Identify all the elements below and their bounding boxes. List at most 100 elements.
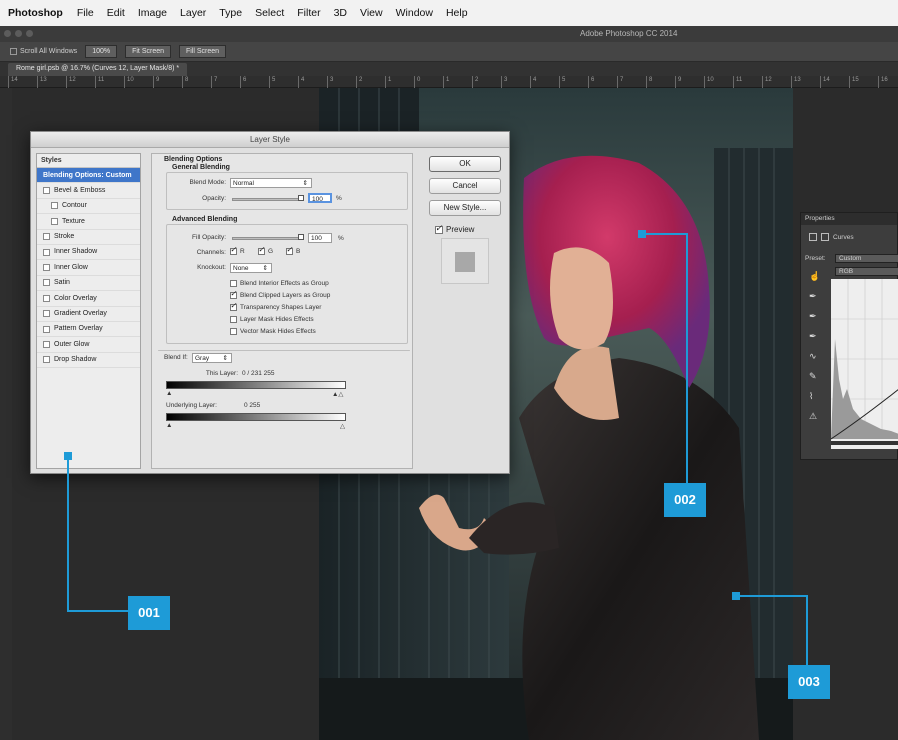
close-window-button[interactable] xyxy=(4,30,11,37)
vertical-ruler[interactable] xyxy=(0,88,12,740)
this-layer-white-split-handle[interactable]: ▲△ xyxy=(332,390,346,398)
channel-g-checkbox[interactable]: G xyxy=(258,245,273,255)
blend-if-select[interactable]: Gray ⇕ xyxy=(192,353,232,363)
fill-screen-button[interactable]: Fill Screen xyxy=(179,45,227,58)
advanced-option-checkbox[interactable]: Vector Mask Hides Effects xyxy=(230,328,316,335)
knockout-select[interactable]: None ⇕ xyxy=(230,263,272,273)
advanced-blending-title: Advanced Blending xyxy=(172,216,238,223)
style-item-label: Outer Glow xyxy=(54,340,90,348)
ruler-label: 12 xyxy=(69,77,76,83)
style-checkbox[interactable] xyxy=(43,248,50,256)
checkbox-box xyxy=(435,223,443,234)
advanced-option-checkbox[interactable]: Blend Clipped Layers as Group xyxy=(230,289,330,299)
preset-select[interactable]: Custom xyxy=(835,254,898,263)
menu-type[interactable]: Type xyxy=(219,7,242,19)
style-item[interactable]: Outer Glow xyxy=(37,337,140,353)
layer-mask-icon[interactable] xyxy=(821,233,829,241)
underlying-layer-white-handle[interactable]: △ xyxy=(340,422,346,430)
menu-image[interactable]: Image xyxy=(138,7,167,19)
style-item[interactable]: Gradient Overlay xyxy=(37,307,140,322)
menu-window[interactable]: Window xyxy=(396,7,433,19)
menu-view[interactable]: View xyxy=(360,7,383,19)
opacity-slider[interactable] xyxy=(232,198,302,201)
style-item[interactable]: Pattern Overlay xyxy=(37,322,140,338)
this-layer-black-handle[interactable]: ▲ xyxy=(166,390,172,397)
menu-edit[interactable]: Edit xyxy=(107,7,125,19)
curves-graph[interactable] xyxy=(831,279,898,449)
app-menu[interactable]: Photoshop xyxy=(8,7,63,19)
style-item[interactable]: Color Overlay xyxy=(37,291,140,307)
style-checkbox[interactable] xyxy=(43,310,50,318)
menu-filter[interactable]: Filter xyxy=(297,7,320,19)
pencil-tool-icon[interactable]: ✎ xyxy=(809,371,820,382)
new-style-button[interactable]: New Style... xyxy=(429,200,501,216)
style-checkbox[interactable] xyxy=(43,294,50,302)
channel-b-label: B xyxy=(296,248,301,255)
style-checkbox[interactable] xyxy=(43,356,50,364)
knockout-label: Knockout: xyxy=(197,264,226,271)
menu-help[interactable]: Help xyxy=(446,7,468,19)
white-point-eyedropper-icon[interactable]: ✒ xyxy=(809,331,820,342)
style-checkbox[interactable] xyxy=(43,279,50,287)
fill-opacity-input[interactable]: 100 xyxy=(308,233,332,243)
advanced-option-checkbox[interactable]: Blend Interior Effects as Group xyxy=(230,280,329,287)
style-item[interactable]: Satin xyxy=(37,276,140,292)
channel-b-checkbox[interactable]: B xyxy=(286,245,301,255)
menu-select[interactable]: Select xyxy=(255,7,284,19)
blend-mode-label: Blend Mode: xyxy=(189,179,227,186)
style-checkbox[interactable] xyxy=(43,325,50,333)
fit-screen-button[interactable]: Fit Screen xyxy=(125,45,171,58)
style-item-label: Texture xyxy=(62,217,85,225)
advanced-option-checkbox[interactable]: Layer Mask Hides Effects xyxy=(230,316,314,323)
underlying-layer-black-handle[interactable]: ▲ xyxy=(166,422,172,429)
horizontal-ruler[interactable]: 14 13 12 11 10 9 8 7 6 5 4 3 2 1 0 1 2 3 4 5 6 7 8 9 10 11 12 13 14 1… xyxy=(0,76,898,88)
style-item[interactable]: Contour xyxy=(37,199,140,215)
menu-layer[interactable]: Layer xyxy=(180,7,206,19)
style-checkbox[interactable] xyxy=(51,202,58,210)
style-checkbox[interactable] xyxy=(43,187,50,195)
zoom-100-button[interactable]: 100% xyxy=(85,45,118,58)
style-item[interactable]: Stroke xyxy=(37,230,140,245)
blend-mode-select[interactable]: Normal ⇕ xyxy=(230,178,312,188)
opacity-slider-handle[interactable] xyxy=(298,195,304,201)
channel-select[interactable]: RGB xyxy=(835,267,898,276)
style-checkbox[interactable] xyxy=(43,340,50,348)
zoom-window-button[interactable] xyxy=(26,30,33,37)
menu-3d[interactable]: 3D xyxy=(334,7,347,19)
document-tab[interactable]: Rome girl.psb @ 16.7% (Curves 12, Layer … xyxy=(8,63,188,76)
ruler-label: 8 xyxy=(649,77,653,83)
this-layer-gradient-slider[interactable] xyxy=(166,381,346,389)
ruler-tick xyxy=(646,76,647,88)
on-image-adjust-icon[interactable]: ☝ xyxy=(809,271,820,282)
style-item[interactable]: Texture xyxy=(37,214,140,230)
style-checkbox[interactable] xyxy=(51,217,58,225)
cancel-button[interactable]: Cancel xyxy=(429,178,501,194)
properties-title[interactable]: Properties xyxy=(801,213,897,225)
fill-opacity-slider-handle[interactable] xyxy=(298,234,304,240)
fill-opacity-slider[interactable] xyxy=(232,237,302,240)
black-point-eyedropper-icon[interactable]: ✒ xyxy=(809,291,820,302)
gray-point-eyedropper-icon[interactable]: ✒ xyxy=(809,311,820,322)
style-item[interactable]: Inner Shadow xyxy=(37,245,140,261)
style-item[interactable]: Inner Glow xyxy=(37,260,140,276)
ok-button[interactable]: OK xyxy=(429,156,501,172)
underlying-layer-gradient-slider[interactable] xyxy=(166,413,346,421)
smooth-icon[interactable]: ⌇ xyxy=(809,391,820,402)
style-item[interactable]: Blending Options: Custom xyxy=(37,168,140,184)
scroll-all-windows-checkbox[interactable]: Scroll All Windows xyxy=(10,48,77,55)
style-checkbox[interactable] xyxy=(43,233,50,241)
ruler-label: 7 xyxy=(214,77,218,83)
minimize-window-button[interactable] xyxy=(15,30,22,37)
styles-header[interactable]: Styles xyxy=(37,154,140,168)
style-checkbox[interactable] xyxy=(43,264,50,272)
opacity-input[interactable]: 100 xyxy=(308,193,332,203)
style-item[interactable]: Bevel & Emboss xyxy=(37,183,140,199)
channel-r-checkbox[interactable]: R xyxy=(230,245,245,255)
style-item[interactable]: Drop Shadow xyxy=(37,353,140,369)
advanced-option-checkbox[interactable]: Transparency Shapes Layer xyxy=(230,301,321,311)
preset-label: Preset: xyxy=(805,255,826,262)
curve-point-tool-icon[interactable]: ∿ xyxy=(809,351,820,362)
preview-checkbox[interactable]: Preview xyxy=(435,223,474,234)
histogram-warning-icon[interactable]: ⚠ xyxy=(809,411,820,422)
menu-file[interactable]: File xyxy=(77,7,94,19)
